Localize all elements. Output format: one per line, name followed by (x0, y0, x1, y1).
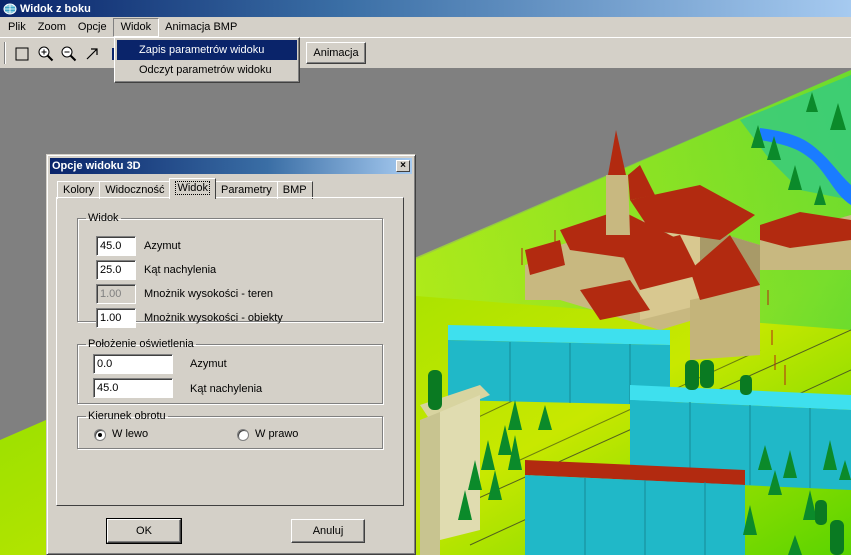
toolbar-separator (4, 42, 6, 64)
light-tilt-label: Kąt nachylenia (190, 383, 263, 395)
view-options-dialog: Opcje widoku 3D × Kolory Widoczność Wido… (46, 154, 416, 555)
object-height-multiplier-input[interactable]: 1.00 (96, 308, 136, 328)
window-titlebar: Widok z boku (0, 0, 851, 17)
light-tilt-input[interactable]: 45.0 (93, 378, 173, 398)
dialog-title: Opcje widoku 3D (52, 160, 141, 172)
object-height-multiplier-label: Mnożnik wysokości - obiekty (144, 312, 283, 324)
rotation-direction-group: Kierunek obrotu W lewo W prawo (77, 410, 383, 449)
window-title: Widok z boku (20, 2, 91, 15)
zoom-out-icon (61, 46, 77, 62)
ok-button[interactable]: OK (106, 518, 182, 544)
arrow-icon (86, 48, 98, 60)
menu-plik[interactable]: Plik (2, 18, 32, 36)
cancel-button[interactable]: Anuluj (291, 519, 365, 543)
tab-panel-widok: Widok 45.0 Azymut 25.0 Kąt nachylenia 1.… (56, 197, 404, 506)
zoom-out-button[interactable] (59, 44, 79, 64)
menu-bar: Plik Zoom Opcje Widok Animacja BMP (0, 17, 851, 37)
rectangle-icon (15, 47, 29, 61)
menu-widok[interactable]: Widok (112, 17, 160, 37)
rotate-right-radio[interactable] (237, 429, 249, 441)
tab-widok-label: Widok (175, 181, 211, 195)
tilt-angle-label: Kąt nachylenia (144, 264, 217, 276)
light-azimuth-label: Azymut (190, 358, 227, 370)
close-button[interactable]: × (396, 160, 410, 172)
terrain-height-multiplier-label: Mnożnik wysokości - teren (144, 288, 273, 300)
globe-icon (3, 3, 17, 14)
select-rectangle-button[interactable] (12, 44, 32, 64)
arrow-tool-button[interactable] (82, 44, 102, 64)
azimuth-label: Azymut (144, 240, 181, 252)
widok-group-legend: Widok (88, 212, 119, 224)
lighting-group: Położenie oświetlenia 0.0 Azymut 45.0 Ką… (77, 338, 383, 404)
azimuth-input[interactable]: 45.0 (96, 236, 136, 256)
close-icon: × (400, 160, 406, 171)
zoom-in-icon (38, 46, 54, 62)
zoom-in-button[interactable] (36, 44, 56, 64)
animation-button[interactable]: Animacja (306, 42, 366, 64)
widok-dropdown-menu: Zapis parametrów widoku Odczyt parametró… (114, 37, 300, 83)
tab-bar: Kolory Widoczność Widok Parametry BMP (57, 178, 313, 199)
menu-zoom[interactable]: Zoom (32, 18, 72, 36)
menu-item-save-view-params[interactable]: Zapis parametrów widoku (117, 40, 297, 60)
terrain-height-multiplier-input: 1.00 (96, 284, 136, 304)
tilt-angle-input[interactable]: 25.0 (96, 260, 136, 280)
menu-opcje[interactable]: Opcje (72, 18, 113, 36)
lighting-group-legend: Położenie oświetlenia (88, 338, 194, 350)
dialog-titlebar: Opcje widoku 3D × (50, 158, 412, 174)
light-azimuth-input[interactable]: 0.0 (93, 354, 173, 374)
rotation-group-legend: Kierunek obrotu (88, 410, 166, 422)
rotate-left-radio[interactable] (94, 429, 106, 441)
rotate-left-label[interactable]: W lewo (112, 428, 148, 440)
rotate-right-label[interactable]: W prawo (255, 428, 298, 440)
tab-widok[interactable]: Widok (169, 178, 217, 199)
widok-group: Widok 45.0 Azymut 25.0 Kąt nachylenia 1.… (77, 212, 383, 328)
menu-animacja-bmp[interactable]: Animacja BMP (159, 18, 243, 36)
menu-item-load-view-params[interactable]: Odczyt parametrów widoku (117, 60, 297, 80)
